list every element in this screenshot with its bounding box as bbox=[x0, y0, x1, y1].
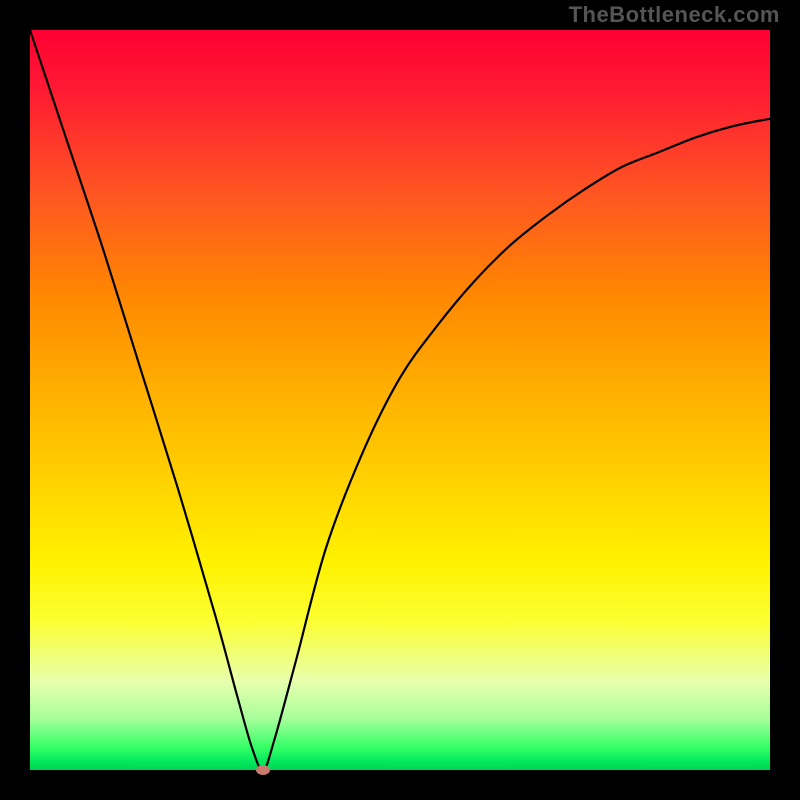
chart-container: TheBottleneck.com bbox=[0, 0, 800, 800]
bottleneck-curve bbox=[30, 30, 770, 770]
curve-svg bbox=[30, 30, 770, 770]
minimum-marker bbox=[256, 765, 270, 775]
watermark-text: TheBottleneck.com bbox=[569, 2, 780, 28]
plot-area bbox=[30, 30, 770, 770]
